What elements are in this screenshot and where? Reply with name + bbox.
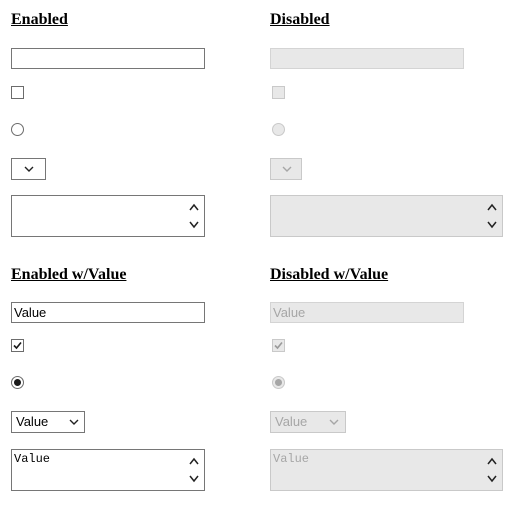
- disabled-text-input: [270, 48, 464, 69]
- textarea-value: Value: [273, 452, 310, 466]
- disabled-value-radio: [272, 376, 285, 389]
- enabled-radio[interactable]: [11, 123, 24, 136]
- enabled-value-textarea[interactable]: Value: [11, 449, 205, 491]
- checkmark-icon: [274, 341, 283, 350]
- chevron-up-down-icon[interactable]: [187, 454, 201, 486]
- enabled-checkbox[interactable]: [11, 86, 24, 99]
- enabled-text-input[interactable]: [11, 48, 205, 69]
- enabled-value-heading: Enabled w/Value: [11, 266, 127, 283]
- enabled-value-radio[interactable]: [11, 376, 24, 389]
- chevron-down-icon: [329, 419, 339, 425]
- disabled-value-checkbox: [272, 339, 285, 352]
- chevron-down-icon: [282, 166, 292, 172]
- disabled-value-text-input: Value: [270, 302, 464, 323]
- chevron-down-icon: [24, 166, 34, 172]
- disabled-select: [270, 158, 302, 180]
- disabled-heading: Disabled: [270, 11, 330, 28]
- disabled-checkbox: [272, 86, 285, 99]
- enabled-heading: Enabled: [11, 11, 68, 28]
- select-value: Value: [16, 414, 49, 429]
- disabled-value-select: Value: [270, 411, 346, 433]
- textarea-value: Value: [14, 452, 51, 466]
- radio-dot: [14, 379, 21, 386]
- checkmark-icon: [13, 341, 22, 350]
- enabled-value-select[interactable]: Value: [11, 411, 85, 433]
- enabled-select[interactable]: [11, 158, 46, 180]
- disabled-value-textarea: Value: [270, 449, 503, 491]
- disabled-value-heading: Disabled w/Value: [270, 266, 389, 283]
- chevron-up-down-icon[interactable]: [187, 200, 201, 232]
- enabled-value-text-input[interactable]: Value: [11, 302, 205, 323]
- enabled-value-checkbox[interactable]: [11, 339, 24, 352]
- chevron-down-icon: [69, 419, 79, 425]
- chevron-up-down-icon: [487, 203, 497, 229]
- disabled-textarea: [270, 195, 503, 237]
- disabled-radio: [272, 123, 285, 136]
- select-value: Value: [275, 414, 308, 429]
- radio-dot: [275, 379, 282, 386]
- enabled-textarea[interactable]: [11, 195, 205, 237]
- chevron-up-down-icon: [487, 457, 497, 483]
